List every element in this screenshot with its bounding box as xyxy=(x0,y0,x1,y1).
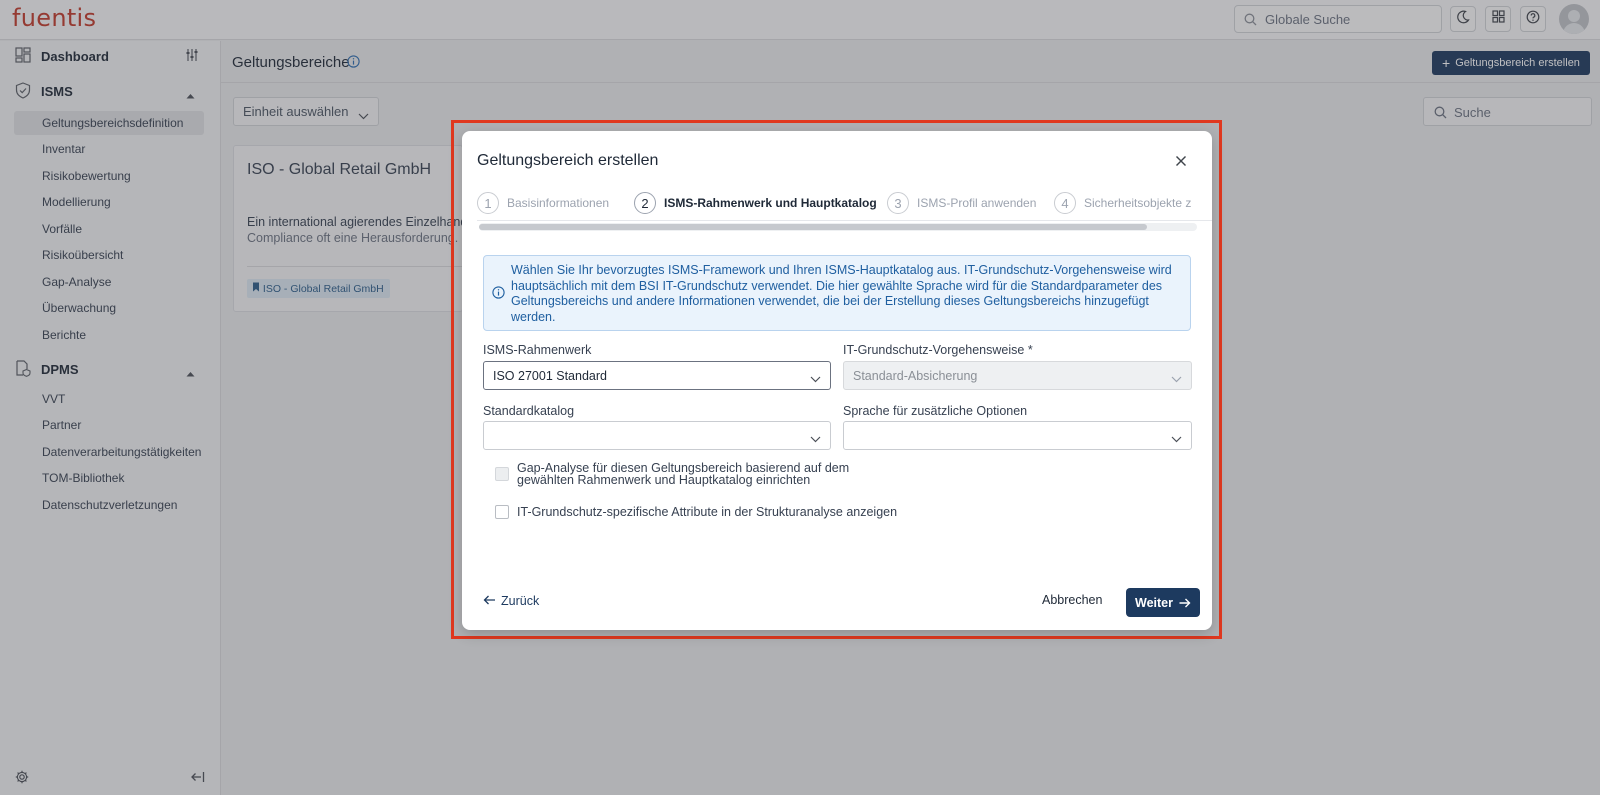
language-select[interactable] xyxy=(843,421,1192,450)
cancel-button[interactable]: Abbrechen xyxy=(1042,586,1102,614)
step-3[interactable]: 3 ISMS-Profil anwenden xyxy=(887,191,1036,215)
grundschutz-attributes-checkbox-label: IT-Grundschutz-spezifische Attribute in … xyxy=(517,505,898,519)
step-4[interactable]: 4 Sicherheitsobjekte z xyxy=(1054,191,1191,215)
step-label: Basisinformationen xyxy=(507,196,610,210)
language-label: Sprache für zusätzliche Optionen xyxy=(843,404,1028,418)
grundschutz-attributes-checkbox[interactable] xyxy=(495,505,509,519)
step-label: ISMS-Rahmenwerk und Hauptkatalog xyxy=(664,196,877,210)
back-button-label: Zurück xyxy=(501,594,540,608)
framework-select[interactable]: ISO 27001 Standard xyxy=(483,361,831,390)
divider xyxy=(477,220,1212,221)
gap-analysis-checkbox xyxy=(495,467,509,481)
step-number: 2 xyxy=(634,192,656,214)
step-1[interactable]: 1 Basisinformationen xyxy=(477,191,609,215)
step-2[interactable]: 2 ISMS-Rahmenwerk und Hauptkatalog xyxy=(634,191,877,215)
step-label: ISMS-Profil anwenden xyxy=(917,196,1037,210)
info-alert-text: Wählen Sie Ihr bevorzugtes ISMS-Framewor… xyxy=(511,263,1172,324)
stepper-scrollbar[interactable] xyxy=(479,223,1197,231)
chevron-down-icon xyxy=(1171,372,1182,386)
step-number: 3 xyxy=(887,192,909,214)
gap-analysis-checkbox-label: Gap-Analyse für diesen Geltungsbereich b… xyxy=(517,462,849,487)
close-icon[interactable] xyxy=(1173,153,1189,169)
info-icon xyxy=(492,286,505,304)
step-number: 4 xyxy=(1054,192,1076,214)
approach-select: Standard-Absicherung xyxy=(843,361,1192,390)
chevron-down-icon xyxy=(1171,432,1182,446)
info-alert: Wählen Sie Ihr bevorzugtes ISMS-Framewor… xyxy=(483,255,1191,331)
framework-select-value: ISO 27001 Standard xyxy=(493,369,607,383)
next-button[interactable]: Weiter xyxy=(1126,588,1200,617)
arrow-left-icon xyxy=(483,594,496,608)
approach-select-value: Standard-Absicherung xyxy=(853,369,978,383)
gap-analysis-option: Gap-Analyse für diesen Geltungsbereich b… xyxy=(495,462,849,486)
catalog-select[interactable] xyxy=(483,421,831,450)
approach-label: IT-Grundschutz-Vorgehensweise * xyxy=(843,343,1033,357)
dialog-title: Geltungsbereich erstellen xyxy=(477,152,659,169)
scrollbar-thumb[interactable] xyxy=(479,224,1147,230)
create-scope-dialog: Geltungsbereich erstellen 1 Basisinforma… xyxy=(462,131,1212,630)
step-label: Sicherheitsobjekte z xyxy=(1084,196,1192,210)
next-button-label: Weiter xyxy=(1135,595,1173,610)
catalog-label: Standardkatalog xyxy=(483,404,575,418)
step-number: 1 xyxy=(477,192,499,214)
checkbox-label-line: gewählten Rahmenwerk und Hauptkatalog ei… xyxy=(517,473,811,487)
stepper: 1 Basisinformationen 2 ISMS-Rahmenwerk u… xyxy=(477,191,1212,215)
chevron-down-icon xyxy=(810,432,821,446)
chevron-down-icon xyxy=(810,372,821,386)
arrow-right-icon xyxy=(1179,598,1191,608)
grundschutz-attributes-option[interactable]: IT-Grundschutz-spezifische Attribute in … xyxy=(495,505,897,519)
back-button[interactable]: Zurück xyxy=(483,594,539,608)
framework-label: ISMS-Rahmenwerk xyxy=(483,343,592,357)
